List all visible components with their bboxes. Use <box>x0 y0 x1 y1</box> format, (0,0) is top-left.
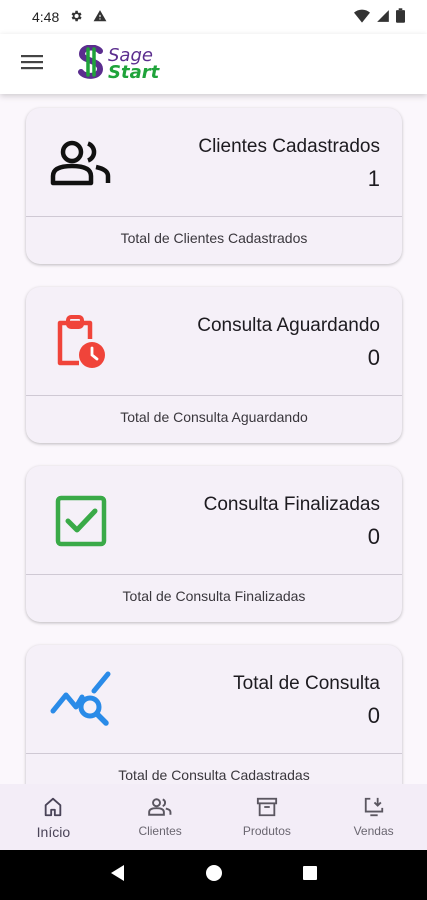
people-icon <box>147 794 173 820</box>
bottom-navigation: Início Clientes Produtos Vendas <box>0 784 427 850</box>
sage-s-logo-icon <box>76 44 106 84</box>
card-title: Consulta Aguardando <box>197 315 380 336</box>
system-navigation-bar <box>0 850 427 900</box>
signal-icon <box>376 9 390 26</box>
checkbox-icon <box>48 488 114 554</box>
nav-item-clientes[interactable]: Clientes <box>107 784 214 850</box>
card-total-consulta[interactable]: Total de Consulta 0 Total de Consulta Ca… <box>26 645 402 784</box>
card-consulta-aguardando[interactable]: Consulta Aguardando 0 Total de Consulta … <box>26 287 402 443</box>
card-footer: Total de Consulta Aguardando <box>120 409 308 425</box>
card-title: Total de Consulta <box>233 673 380 694</box>
wifi-icon <box>354 9 370 26</box>
nav-label: Produtos <box>242 824 291 838</box>
home-icon <box>40 794 66 820</box>
card-title: Clientes Cadastrados <box>198 136 380 157</box>
chart-search-icon <box>48 667 114 733</box>
home-circle-icon[interactable] <box>205 864 223 887</box>
card-clientes-cadastrados[interactable]: Clientes Cadastrados 1 Total de Clientes… <box>26 108 402 264</box>
card-consulta-finalizadas[interactable]: Consulta Finalizadas 0 Total de Consulta… <box>26 466 402 622</box>
card-divider <box>26 574 402 575</box>
card-value: 1 <box>367 166 380 191</box>
settings-gear-icon <box>69 9 83 26</box>
nav-item-produtos[interactable]: Produtos <box>214 784 321 850</box>
hamburger-menu-icon <box>21 54 43 75</box>
status-time: 4:48 <box>32 9 60 25</box>
nav-label: Clientes <box>138 824 182 838</box>
card-value: 0 <box>367 345 380 370</box>
back-icon[interactable] <box>109 864 127 887</box>
card-value: 0 <box>367 524 380 549</box>
menu-button[interactable] <box>12 44 52 84</box>
archive-box-icon <box>254 794 280 820</box>
card-divider <box>26 216 402 217</box>
card-footer: Total de Consulta Finalizadas <box>122 588 306 604</box>
dashboard-content: Clientes Cadastrados 1 Total de Clientes… <box>0 94 427 784</box>
logo-text-start: Start <box>108 62 160 83</box>
card-divider <box>26 395 402 396</box>
card-footer: Total de Clientes Cadastrados <box>120 230 308 246</box>
nav-label: Início <box>36 824 71 840</box>
card-divider <box>26 753 402 754</box>
card-footer: Total de Consulta Cadastradas <box>118 767 310 783</box>
nav-item-inicio[interactable]: Início <box>0 784 107 850</box>
battery-icon <box>396 8 405 26</box>
clipboard-clock-icon <box>48 309 114 375</box>
app-logo: Sage Start <box>76 44 160 84</box>
status-bar: 4:48 <box>0 0 427 34</box>
people-icon <box>48 130 114 196</box>
nav-label: Vendas <box>353 824 394 838</box>
card-value: 0 <box>367 703 380 728</box>
download-monitor-icon <box>361 794 387 820</box>
app-bar: Sage Start <box>0 34 427 94</box>
nav-item-vendas[interactable]: Vendas <box>320 784 427 850</box>
warning-icon <box>93 9 107 26</box>
recents-square-icon[interactable] <box>302 865 318 886</box>
card-title: Consulta Finalizadas <box>203 494 380 515</box>
